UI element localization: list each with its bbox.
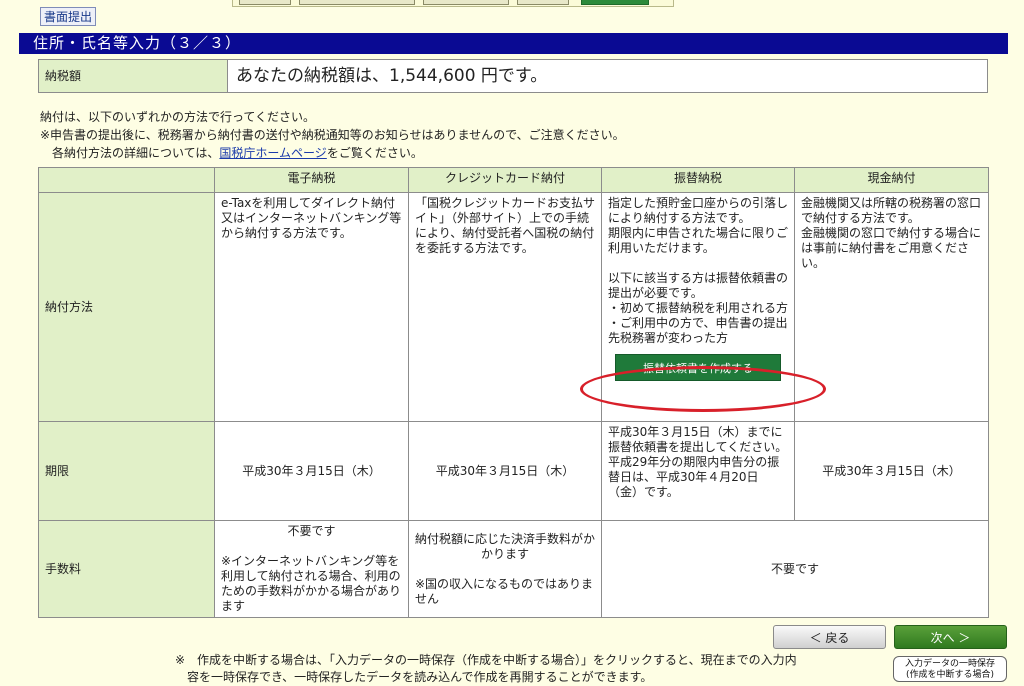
deadline-transfer-text-2: 平成29年分の期限内申告分の振替日は、平成30年４月20日（金）です。 <box>608 455 780 499</box>
note-line-1: 納付は、以下のいずれかの方法で行ってください。 <box>40 110 316 124</box>
back-button[interactable]: ＜ 戻る <box>773 625 886 649</box>
method-cash-text-2: 金融機関の窓口で納付する場合には事前に納付書をご用意ください。 <box>801 226 982 270</box>
tax-amount-value: あなたの納税額は、1,544,600 円です。 <box>236 66 548 86</box>
fee-electronic: 不要です ※インターネットバンキング等を利用して納付される場合、利用のための手数… <box>214 520 409 618</box>
top-tab-4[interactable] <box>517 0 569 5</box>
table-header-row: 電子納税 クレジットカード納付 振替納税 現金納付 <box>38 167 989 193</box>
fee-transfer-cash: 不要です <box>601 520 989 618</box>
top-tab-3[interactable] <box>423 0 509 5</box>
method-transfer-bullet-1: ・初めて振替納税を利用される方 <box>608 301 789 315</box>
method-transfer: 指定した預貯金口座からの引落しにより納付する方法です。 期限内に申告された場合に… <box>601 192 795 422</box>
header-cash: 現金納付 <box>794 167 989 193</box>
fee-credit-text-2: ※国の収入になるものではありません <box>415 577 594 606</box>
row-label-deadline: 期限 <box>38 421 215 521</box>
footnote-line-2: 容を一時保存でき、一時保存したデータを読み込んで作成を再開することができます。 <box>187 670 653 684</box>
deadline-transfer: 平成30年３月15日（木）までに振替依頼書を提出してください。 平成29年分の期… <box>601 421 795 521</box>
nta-homepage-link[interactable]: 国税庁ホームページ <box>219 146 326 160</box>
section-title: 住所・氏名等入力（３／３） <box>19 33 1008 54</box>
tax-amount-box: 納税額 あなたの納税額は、1,544,600 円です。 <box>38 59 988 93</box>
method-cash: 金融機関又は所轄の税務署の窓口で納付する方法です。 金融機関の窓口で納付する場合… <box>794 192 989 422</box>
fee-electronic-text-2: ※インターネットバンキング等を利用して納付される場合、利用のための手数料がかかる… <box>221 554 402 613</box>
next-button[interactable]: 次へ ＞ <box>894 625 1007 649</box>
payment-methods-table: 電子納税 クレジットカード納付 振替納税 現金納付 納付方法 e-Taxを利用し… <box>38 167 989 618</box>
note-line-3: 各納付方法の詳細については、国税庁ホームページをご覧ください。 <box>40 144 625 162</box>
footnote: ※ 作成を中断する場合は、「入力データの一時保存（作成を中断する場合）」をクリッ… <box>175 652 855 686</box>
method-transfer-text-1: 指定した預貯金口座からの引落しにより納付する方法です。 <box>608 196 789 225</box>
row-label-method: 納付方法 <box>38 192 215 422</box>
note-line-3-prefix: 各納付方法の詳細については、 <box>52 146 220 160</box>
fee-electronic-text-1: 不要です <box>287 524 336 538</box>
method-transfer-bullet-2: ・ご利用中の方で、申告書の提出先税務署が変わった方 <box>608 316 788 345</box>
method-cash-text-1: 金融機関又は所轄の税務署の窓口で納付する方法です。 <box>801 196 982 225</box>
note-line-2: ※申告書の提出後に、税務署から納付書の送付や納税通知等のお知らせはありませんので… <box>40 128 625 142</box>
top-tab-strip <box>232 0 674 7</box>
temp-save-label-1: 入力データの一時保存 <box>904 659 995 669</box>
footnote-line-1: ※ 作成を中断する場合は、「入力データの一時保存（作成を中断する場合）」をクリッ… <box>175 653 797 667</box>
create-transfer-request-button[interactable]: 振替依頼書を作成する <box>615 354 781 381</box>
method-credit: 「国税クレジットカードお支払サイト」（外部サイト）上での手続により、納付受託者へ… <box>408 192 602 422</box>
header-transfer: 振替納税 <box>601 167 795 193</box>
header-blank <box>38 167 215 193</box>
fee-credit-text-1: 納付税額に応じた決済手数料がかかります <box>415 532 596 561</box>
table-row-fee: 手数料 不要です ※インターネットバンキング等を利用して納付される場合、利用のた… <box>38 520 989 618</box>
method-transfer-text-2: 期限内に申告された場合に限りご利用いただけます。 <box>608 226 789 255</box>
table-row-deadline: 期限 平成30年３月15日（木） 平成30年３月15日（木） 平成30年３月15… <box>38 421 989 521</box>
note-line-3-suffix: をご覧ください。 <box>326 146 423 160</box>
fee-credit: 納付税額に応じた決済手数料がかかります ※国の収入になるものではありません <box>408 520 602 618</box>
tax-amount-label: 納税額 <box>39 60 228 92</box>
method-electronic: e-Taxを利用してダイレクト納付又はインターネットバンキング等から納付する方法… <box>214 192 409 422</box>
deadline-credit: 平成30年３月15日（木） <box>408 421 602 521</box>
header-credit: クレジットカード納付 <box>408 167 602 193</box>
temp-save-button[interactable]: 入力データの一時保存 (作成を中断する場合) <box>893 656 1007 682</box>
deadline-cash: 平成30年３月15日（木） <box>794 421 989 521</box>
top-tab-1[interactable] <box>239 0 291 5</box>
header-electronic: 電子納税 <box>214 167 409 193</box>
method-transfer-text-3: 以下に該当する方は振替依頼書の提出が必要です。 <box>608 271 789 300</box>
table-row-method: 納付方法 e-Taxを利用してダイレクト納付又はインターネットバンキング等から納… <box>38 192 989 422</box>
paper-submit-button[interactable]: 書面提出 <box>40 7 97 26</box>
payment-notes: 納付は、以下のいずれかの方法で行ってください。 ※申告書の提出後に、税務署から納… <box>40 108 625 162</box>
top-tab-5[interactable] <box>581 0 649 5</box>
deadline-transfer-text-1: 平成30年３月15日（木）までに振替依頼書を提出してください。 <box>608 425 788 454</box>
temp-save-label-2: (作成を中断する場合) <box>905 670 995 680</box>
deadline-electronic: 平成30年３月15日（木） <box>214 421 409 521</box>
row-label-fee: 手数料 <box>38 520 215 618</box>
top-tab-2[interactable] <box>299 0 415 5</box>
